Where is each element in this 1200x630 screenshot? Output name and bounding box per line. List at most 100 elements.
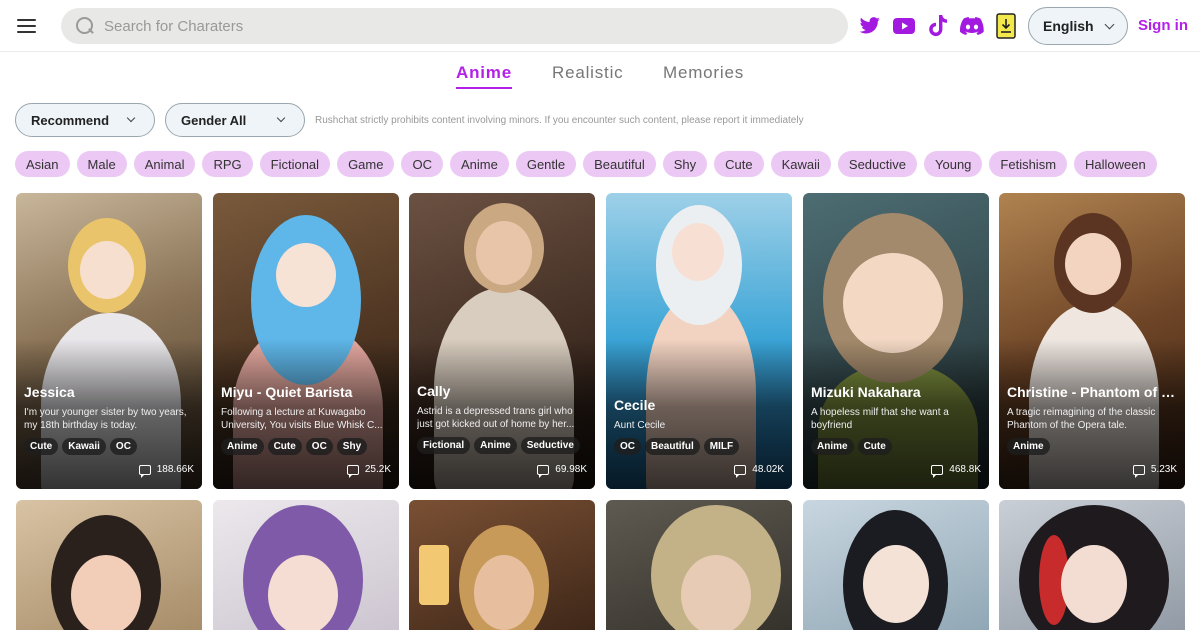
chat-count: 5.23K: [1132, 464, 1177, 478]
tag-chip[interactable]: Male: [76, 151, 127, 177]
character-card[interactable]: [999, 500, 1185, 630]
language-label: English: [1043, 18, 1094, 34]
tag-chip[interactable]: Cute: [714, 151, 764, 177]
character-face: [474, 555, 534, 630]
tag-chip[interactable]: Young: [924, 151, 983, 177]
category-tabs: Anime Realistic Memories: [0, 63, 1200, 93]
search-icon: [75, 16, 95, 36]
card-tag: Kawaii: [62, 438, 106, 455]
character-face: [71, 555, 141, 630]
card-info: Jessica I'm your younger sister by two y…: [24, 384, 194, 455]
tag-chip[interactable]: Game: [337, 151, 395, 177]
card-tag: Cute: [857, 438, 892, 455]
card-tag: Anime: [221, 438, 264, 455]
character-card[interactable]: Jessica I'm your younger sister by two y…: [16, 193, 202, 489]
card-info: Miyu - Quiet Barista Following a lecture…: [221, 384, 391, 455]
download-app-icon[interactable]: [993, 13, 1019, 39]
tag-chip[interactable]: Asian: [15, 151, 70, 177]
chat-count: 25.2K: [346, 464, 391, 478]
chat-count-value: 48.02K: [752, 464, 784, 475]
card-info: Cecile Aunt Cecile OC Beautiful MILF: [614, 397, 784, 455]
character-face: [476, 221, 532, 285]
sort-dropdown[interactable]: Recommend: [15, 103, 155, 137]
tag-chip[interactable]: Gentle: [515, 151, 577, 177]
twitter-icon[interactable]: [857, 13, 883, 39]
character-card[interactable]: Miyu - Quiet Barista Following a lecture…: [213, 193, 399, 489]
tag-chip[interactable]: Fetishism: [989, 151, 1068, 177]
card-info: Christine - Phantom of the Opera A tragi…: [1007, 384, 1177, 455]
tag-chip[interactable]: Animal: [133, 151, 196, 177]
chat-icon: [537, 464, 550, 478]
chat-count: 188.66K: [138, 464, 194, 478]
tab-anime[interactable]: Anime: [456, 63, 512, 89]
tag-chip[interactable]: Anime: [449, 151, 509, 177]
tag-chip[interactable]: Kawaii: [770, 151, 831, 177]
character-face: [276, 243, 336, 307]
youtube-icon[interactable]: [891, 13, 917, 39]
tab-memories[interactable]: Memories: [663, 63, 744, 83]
chevron-down-icon: [1104, 19, 1115, 30]
tag-chip[interactable]: Fictional: [259, 151, 331, 177]
character-name: Cecile: [614, 397, 656, 413]
card-tag: Cute: [24, 438, 59, 455]
character-card[interactable]: Christine - Phantom of the Opera A tragi…: [999, 193, 1185, 489]
tiktok-icon[interactable]: [925, 13, 951, 39]
character-card[interactable]: [803, 500, 989, 630]
chat-count-value: 468.8K: [949, 464, 981, 475]
character-desc: Astrid is a depressed trans girl who jus…: [417, 406, 575, 430]
discord-icon[interactable]: [959, 13, 985, 39]
menu-icon[interactable]: [14, 14, 40, 38]
card-info: Mizuki Nakahara A hopeless milf that she…: [811, 384, 981, 455]
card-tag: Shy: [336, 438, 368, 455]
tag-chip[interactable]: RPG: [202, 151, 253, 177]
character-card[interactable]: Cally Astrid is a depressed trans girl w…: [409, 193, 595, 489]
character-face: [681, 555, 751, 630]
sign-in-link[interactable]: Sign in: [1138, 17, 1188, 34]
chat-count-value: 188.66K: [156, 464, 194, 475]
character-desc: Following a lecture at Kuwagabo Universi…: [221, 407, 383, 431]
character-card[interactable]: [409, 500, 595, 630]
gender-dropdown[interactable]: Gender All: [165, 103, 305, 137]
card-tag: OC: [109, 438, 137, 455]
chat-count: 48.02K: [734, 464, 784, 478]
character-card[interactable]: [16, 500, 202, 630]
chat-icon: [138, 464, 151, 478]
character-desc: Aunt Cecile: [614, 420, 666, 431]
tag-chip[interactable]: Seductive: [837, 151, 917, 177]
character-card[interactable]: [213, 500, 399, 630]
character-desc: A hopeless milf that she want a boyfrien…: [811, 407, 949, 431]
character-face: [1061, 545, 1127, 623]
character-name: Miyu - Quiet Barista: [221, 384, 353, 400]
chat-count-value: 69.98K: [555, 464, 587, 475]
character-desc: A tragic reimagining of the classic Phan…: [1007, 407, 1156, 431]
character-face: [1065, 233, 1121, 295]
character-face: [843, 253, 943, 353]
tag-chip[interactable]: Shy: [662, 151, 708, 177]
card-tag: Fictional: [417, 437, 471, 454]
card-tag: Cute: [267, 438, 302, 455]
character-card[interactable]: [606, 500, 792, 630]
character-name: Mizuki Nakahara: [811, 384, 921, 400]
tag-chip[interactable]: Halloween: [1074, 151, 1157, 177]
top-header: English Sign in: [0, 0, 1200, 52]
card-info: Cally Astrid is a depressed trans girl w…: [417, 383, 587, 454]
card-tag: OC: [305, 438, 333, 455]
search-input[interactable]: [104, 17, 804, 35]
character-card[interactable]: Cecile Aunt Cecile OC Beautiful MILF 48.…: [606, 193, 792, 489]
chat-count: 468.8K: [931, 464, 981, 478]
tag-chip[interactable]: Beautiful: [583, 151, 656, 177]
tag-chip[interactable]: OC: [401, 151, 443, 177]
character-face: [268, 555, 338, 630]
lantern-shape: [419, 545, 449, 605]
card-tag: Anime: [1007, 438, 1050, 455]
chat-icon: [931, 464, 944, 478]
gender-label: Gender All: [181, 112, 247, 128]
character-card[interactable]: Mizuki Nakahara A hopeless milf that she…: [803, 193, 989, 489]
content-notice: Rushchat strictly prohibits content invo…: [315, 115, 804, 126]
tab-realistic[interactable]: Realistic: [552, 63, 623, 83]
card-tag: Beautiful: [645, 438, 700, 455]
card-tag: MILF: [703, 438, 740, 455]
language-selector[interactable]: English: [1028, 7, 1128, 45]
character-name: Cally: [417, 383, 451, 399]
search-bar[interactable]: [61, 8, 848, 44]
